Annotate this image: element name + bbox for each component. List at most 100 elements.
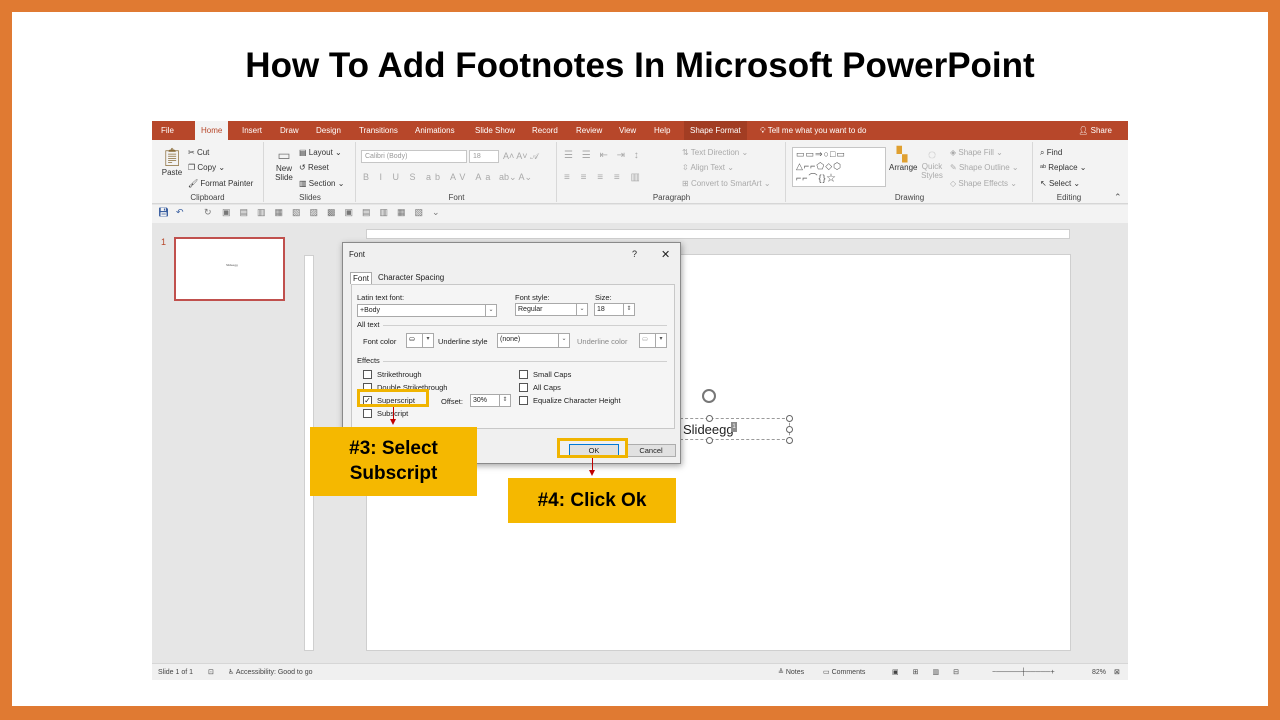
tab-transitions[interactable]: Transitions <box>359 121 398 140</box>
arrange-button[interactable]: ▚ Arrange <box>889 146 917 172</box>
font-color-icons[interactable]: ab⌄ A⌄ <box>499 172 532 183</box>
font-size-box[interactable]: 18 <box>469 150 499 163</box>
tab-help[interactable]: Help <box>654 121 670 140</box>
all-caps-label: All Caps <box>533 383 561 392</box>
tab-slide-show[interactable]: Slide Show <box>475 121 515 140</box>
all-caps-checkbox[interactable] <box>519 383 528 392</box>
find-button[interactable]: ⌕ Find <box>1040 148 1062 158</box>
search-icon: ⌕ <box>1040 148 1047 157</box>
copy-button[interactable]: ❐ Copy ⌄ <box>188 163 225 172</box>
undo-icon[interactable]: ↶ <box>176 207 184 218</box>
section-label: Section <box>308 179 336 188</box>
underline-style-select[interactable]: (none) ⌄ <box>497 333 570 348</box>
replace-button[interactable]: ᵃᵇ Replace ⌄ <box>1040 163 1087 172</box>
tab-record[interactable]: Record <box>532 121 558 140</box>
font-name-box[interactable]: Calibri (Body) <box>361 150 467 163</box>
share-button[interactable]: 👤︎ Share <box>1078 121 1112 140</box>
list-icons[interactable]: ☰ ☰ ⇤ ⇥ ↕ <box>564 150 642 161</box>
cancel-button[interactable]: Cancel <box>626 444 676 457</box>
tab-review[interactable]: Review <box>576 121 602 140</box>
group-drawing: ▭▭⇒○□▭ △⌐⌐⬠◇⬡ ⌐⌐⌒{}☆ ▚ Arrange ◌ Quick Sty… <box>787 142 1033 202</box>
text-box[interactable]: Slideegg 1 <box>680 418 790 440</box>
rotate-handle-icon[interactable] <box>702 389 716 403</box>
ok-highlight <box>557 438 628 458</box>
section-button[interactable]: ▥ Section ⌄ <box>299 179 344 188</box>
tab-animations[interactable]: Animations <box>415 121 455 140</box>
slide-thumbnail[interactable]: Slideegg <box>174 237 285 301</box>
small-caps-checkbox[interactable] <box>519 370 528 379</box>
fit-slide-icon[interactable]: ⊠ <box>1114 664 1120 680</box>
help-button[interactable]: ? <box>632 249 637 259</box>
resize-handle-top[interactable] <box>706 415 713 422</box>
ribbon-tab-bar: File Home Insert Draw Design Transitions… <box>152 121 1128 140</box>
ribbon: 📋︎ Paste ✂ Cut ❐ Copy ⌄ 🖌︎ Format Painte… <box>152 140 1128 204</box>
qat-tool-icons[interactable]: ▣▤▥▦▧▨▩▣▤▥▦▧⌄ <box>222 207 449 218</box>
new-slide-button[interactable]: ▭ New Slide <box>269 147 299 182</box>
tab-font[interactable]: Font <box>350 272 373 284</box>
paint-bucket-icon: ⛀︎ <box>409 336 415 343</box>
shape-effects-button[interactable]: ◇ Shape Effects ⌄ <box>950 179 1017 188</box>
tab-character-spacing[interactable]: Character Spacing <box>376 272 446 284</box>
align-icons[interactable]: ≡ ≡ ≡ ≡ ▥ <box>564 172 644 183</box>
tab-design[interactable]: Design <box>316 121 341 140</box>
offset-field[interactable]: 30% ⇕ <box>470 394 511 407</box>
tab-insert[interactable]: Insert <box>242 121 262 140</box>
underline-color-picker[interactable]: ⛀︎ ▾ <box>639 333 667 348</box>
align-text-button[interactable]: ⇳ Align Text ⌄ <box>682 163 734 172</box>
notes-button[interactable]: ≜ Notes <box>778 664 804 680</box>
tab-view[interactable]: View <box>619 121 636 140</box>
small-caps-label: Small Caps <box>533 370 572 379</box>
latin-font-select[interactable]: +Body ⌄ <box>357 304 497 317</box>
shape-outline-button[interactable]: ✎ Shape Outline ⌄ <box>950 163 1019 172</box>
subscript-checkbox[interactable] <box>363 409 372 418</box>
equalize-height-checkbox[interactable] <box>519 396 528 405</box>
tell-me-search[interactable]: 💡︎ Tell me what you want to do <box>760 121 866 140</box>
font-color-picker[interactable]: ⛀︎ ▾ <box>406 333 434 348</box>
close-icon[interactable]: ✕ <box>661 248 670 261</box>
grow-shrink-font-icons[interactable]: A˄ A˅ 𝒜 <box>503 151 539 162</box>
tab-shape-format[interactable]: Shape Format <box>684 121 747 140</box>
tab-home[interactable]: Home <box>195 121 229 140</box>
horizontal-ruler <box>366 229 1070 239</box>
spinner-icon: ⇕ <box>623 304 634 315</box>
tab-file[interactable]: File <box>161 121 174 140</box>
collapse-ribbon-icon[interactable]: ⌃ <box>1114 192 1122 203</box>
cut-button[interactable]: ✂ Cut <box>188 148 209 157</box>
size-field[interactable]: 18 ⇕ <box>594 303 635 316</box>
comments-button[interactable]: ▭ Comments <box>823 664 865 680</box>
tab-draw[interactable]: Draw <box>280 121 299 140</box>
convert-smartart-label: Convert to SmartArt <box>690 179 762 188</box>
slide-thumbnail-number: 1 <box>161 237 167 247</box>
font-color-label: Font color <box>363 337 397 346</box>
redo-icon[interactable]: ↻ <box>204 207 212 218</box>
zoom-level[interactable]: 82% <box>1092 664 1106 680</box>
copy-label: Copy <box>197 163 217 172</box>
effects-heading: Effects <box>357 356 380 365</box>
view-buttons[interactable]: ▣⊞▥⊟ <box>892 664 973 680</box>
paste-button[interactable]: 📋︎ Paste <box>158 147 186 177</box>
font-format-icons[interactable]: B I U S ab AV Aa <box>363 172 494 182</box>
accessibility-status[interactable]: ♿︎ Accessibility: Good to go <box>228 664 313 680</box>
reset-button[interactable]: ↺ Reset <box>299 163 329 172</box>
select-button[interactable]: ↖ Select ⌄ <box>1040 179 1080 188</box>
zoom-slider[interactable]: −─────┼─────+ <box>992 664 1055 680</box>
dialog-title: Font <box>349 250 366 259</box>
resize-handle-top-right[interactable] <box>786 415 793 422</box>
save-icon[interactable]: 💾︎ <box>158 207 169 218</box>
convert-smartart-button[interactable]: ⊞ Convert to SmartArt ⌄ <box>682 179 771 188</box>
shapes-gallery[interactable]: ▭▭⇒○□▭ △⌐⌐⬠◇⬡ ⌐⌐⌒{}☆ <box>792 147 886 187</box>
resize-handle-bottom-right[interactable] <box>786 437 793 444</box>
font-style-select[interactable]: Regular ⌄ <box>515 303 588 316</box>
layout-button[interactable]: ▤ Layout ⌄ <box>299 148 342 157</box>
quick-styles-button[interactable]: ◌ Quick Styles <box>919 146 945 180</box>
layout-label: Layout <box>308 148 333 157</box>
strikethrough-checkbox[interactable] <box>363 370 372 379</box>
text-direction-button[interactable]: ⇅ Text Direction ⌄ <box>682 148 748 157</box>
text-box-text: Slideegg <box>683 422 734 437</box>
resize-handle-right[interactable] <box>786 426 793 433</box>
divider <box>383 361 667 362</box>
resize-handle-bottom[interactable] <box>706 437 713 444</box>
format-painter-button[interactable]: 🖌︎ Format Painter <box>188 179 253 188</box>
spellcheck-icon[interactable]: ⊡ <box>208 664 214 680</box>
shape-fill-button[interactable]: ◈ Shape Fill ⌄ <box>950 148 1003 157</box>
